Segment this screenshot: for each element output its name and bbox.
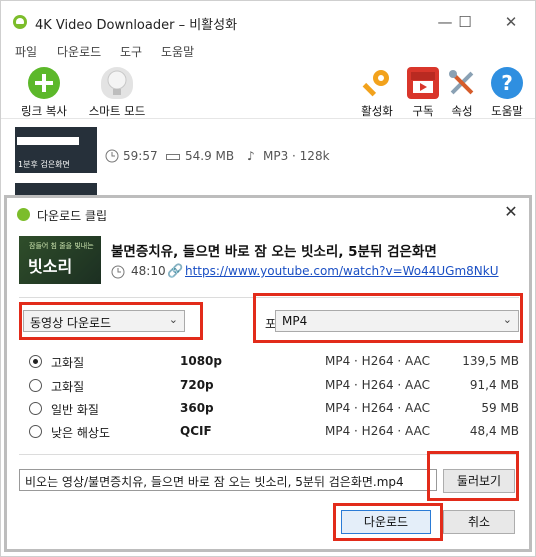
svg-text:?: ? (501, 71, 513, 95)
tools-icon (446, 67, 478, 99)
quality-size: 91,4 MB (469, 378, 519, 392)
save-path-input[interactable]: 비오는 영상/불면증치유, 들으면 바로 잠 오는 빗소리, 5분뒤 검은화면.… (19, 469, 437, 491)
key-icon (361, 67, 393, 99)
toolbar: 링크 복사 스마트 모드 활성화 구독 속성 ? 도움말 (1, 61, 535, 119)
activate-button[interactable]: 활성화 (355, 67, 399, 119)
title-bar: 4K Video Downloader – 비활성화 — ☐ ✕ (1, 1, 535, 39)
quality-option-720p[interactable]: 고화질 720p MP4 · H264 · AAC 91,4 MB (7, 376, 529, 398)
quality-resolution: QCIF (180, 424, 212, 438)
download-format: MP3 · 128k (263, 149, 330, 163)
audio-icon: ♪ (247, 149, 255, 163)
highlight-box (427, 451, 519, 501)
quality-name: 일반 화질 (51, 403, 99, 417)
quality-resolution: 1080p (180, 354, 222, 368)
quality-size: 59 MB (481, 401, 519, 415)
quality-option-360p[interactable]: 일반 화질 360p MP4 · H264 · AAC 59 MB (7, 399, 529, 421)
help-label: 도움말 (491, 104, 523, 118)
video-url-link[interactable]: https://www.youtube.com/watch?v=Wo44UGm8… (185, 264, 499, 278)
lightbulb-icon (101, 67, 133, 99)
dialog-logo-icon (17, 208, 30, 221)
link-icon: 🔗 (167, 264, 184, 279)
quality-resolution: 720p (180, 378, 214, 392)
quality-radio[interactable] (29, 402, 42, 415)
settings-label: 속성 (451, 104, 473, 118)
maximize-button[interactable]: ☐ (453, 11, 477, 35)
download-thumbnail: 1분후 검은화면 (15, 127, 97, 173)
menu-tools[interactable]: 도구 (120, 43, 142, 60)
quality-codec: MP4 · H264 · AAC (325, 378, 430, 392)
quality-radio[interactable] (29, 355, 42, 368)
subscribe-label: 구독 (412, 104, 434, 118)
download-clip-dialog: 다운로드 클립 ✕ 잠들어 침 줄을 빛내는 빗소리 불면증치유, 들으면 바로… (4, 195, 532, 552)
app-logo-icon (13, 15, 27, 29)
highlight-box (253, 293, 523, 343)
menu-file[interactable]: 파일 (15, 43, 37, 60)
quality-size: 48,4 MB (469, 424, 519, 438)
subscribe-icon (407, 67, 439, 99)
close-button[interactable]: ✕ (499, 11, 523, 35)
smart-mode-button[interactable]: 스마트 모드 (81, 67, 153, 119)
thumbnail-caption: 잠들어 침 줄을 빛내는 (29, 242, 94, 250)
quality-radio[interactable] (29, 379, 42, 392)
video-duration: 48:10 (131, 264, 166, 278)
quality-radio[interactable] (29, 425, 42, 438)
dialog-title: 다운로드 클립 (37, 209, 108, 223)
cancel-button[interactable]: 취소 (443, 510, 515, 534)
highlight-box (333, 503, 443, 541)
paste-link-label: 링크 복사 (21, 104, 67, 118)
smart-mode-label: 스마트 모드 (88, 104, 146, 118)
download-size: 54.9 MB (185, 149, 235, 163)
thumbnail-title: 빗소리 (28, 257, 73, 276)
dialog-close-button[interactable]: ✕ (501, 202, 521, 221)
quality-name: 고화질 (51, 356, 85, 370)
quality-name: 고화질 (51, 380, 85, 394)
menu-bar: 파일 다운로드 도구 도움말 (1, 41, 535, 61)
clock-icon (105, 149, 119, 166)
quality-codec: MP4 · H264 · AAC (325, 354, 430, 368)
help-button[interactable]: ? 도움말 (485, 67, 529, 119)
quality-name: 낮은 해상도 (51, 426, 111, 440)
quality-codec: MP4 · H264 · AAC (325, 424, 430, 438)
download-list-item[interactable]: 1분후 검은화면 59:57 54.9 MB ♪ MP3 · 128k (1, 121, 535, 177)
quality-option-1080p[interactable]: 고화질 1080p MP4 · H264 · AAC 139,5 MB (7, 352, 529, 374)
download-duration: 59:57 (123, 149, 158, 163)
video-title: 불면증치유, 들으면 바로 잠 오는 빗소리, 5분뒤 검은화면 (111, 244, 437, 260)
quality-codec: MP4 · H264 · AAC (325, 401, 430, 415)
window-title: 4K Video Downloader – 비활성화 (35, 18, 238, 33)
activate-label: 활성화 (361, 104, 393, 118)
paste-link-button[interactable]: 링크 복사 (15, 67, 73, 119)
help-icon: ? (491, 67, 523, 99)
subscribe-button[interactable]: 구독 (403, 67, 443, 119)
menu-help[interactable]: 도움말 (161, 43, 194, 60)
quality-resolution: 360p (180, 401, 214, 415)
video-thumbnail: 잠들어 침 줄을 빛내는 빗소리 (19, 236, 101, 284)
quality-size: 139,5 MB (462, 354, 519, 368)
menu-download[interactable]: 다운로드 (57, 43, 101, 60)
highlight-box (19, 302, 203, 340)
thumbnail-caption: 1분후 검은화면 (18, 160, 70, 169)
settings-button[interactable]: 속성 (443, 67, 481, 119)
plus-icon (28, 67, 60, 99)
filesize-icon (166, 154, 180, 160)
quality-option-qcif[interactable]: 낮은 해상도 QCIF MP4 · H264 · AAC 48,4 MB (7, 422, 529, 444)
clock-icon (111, 265, 125, 282)
